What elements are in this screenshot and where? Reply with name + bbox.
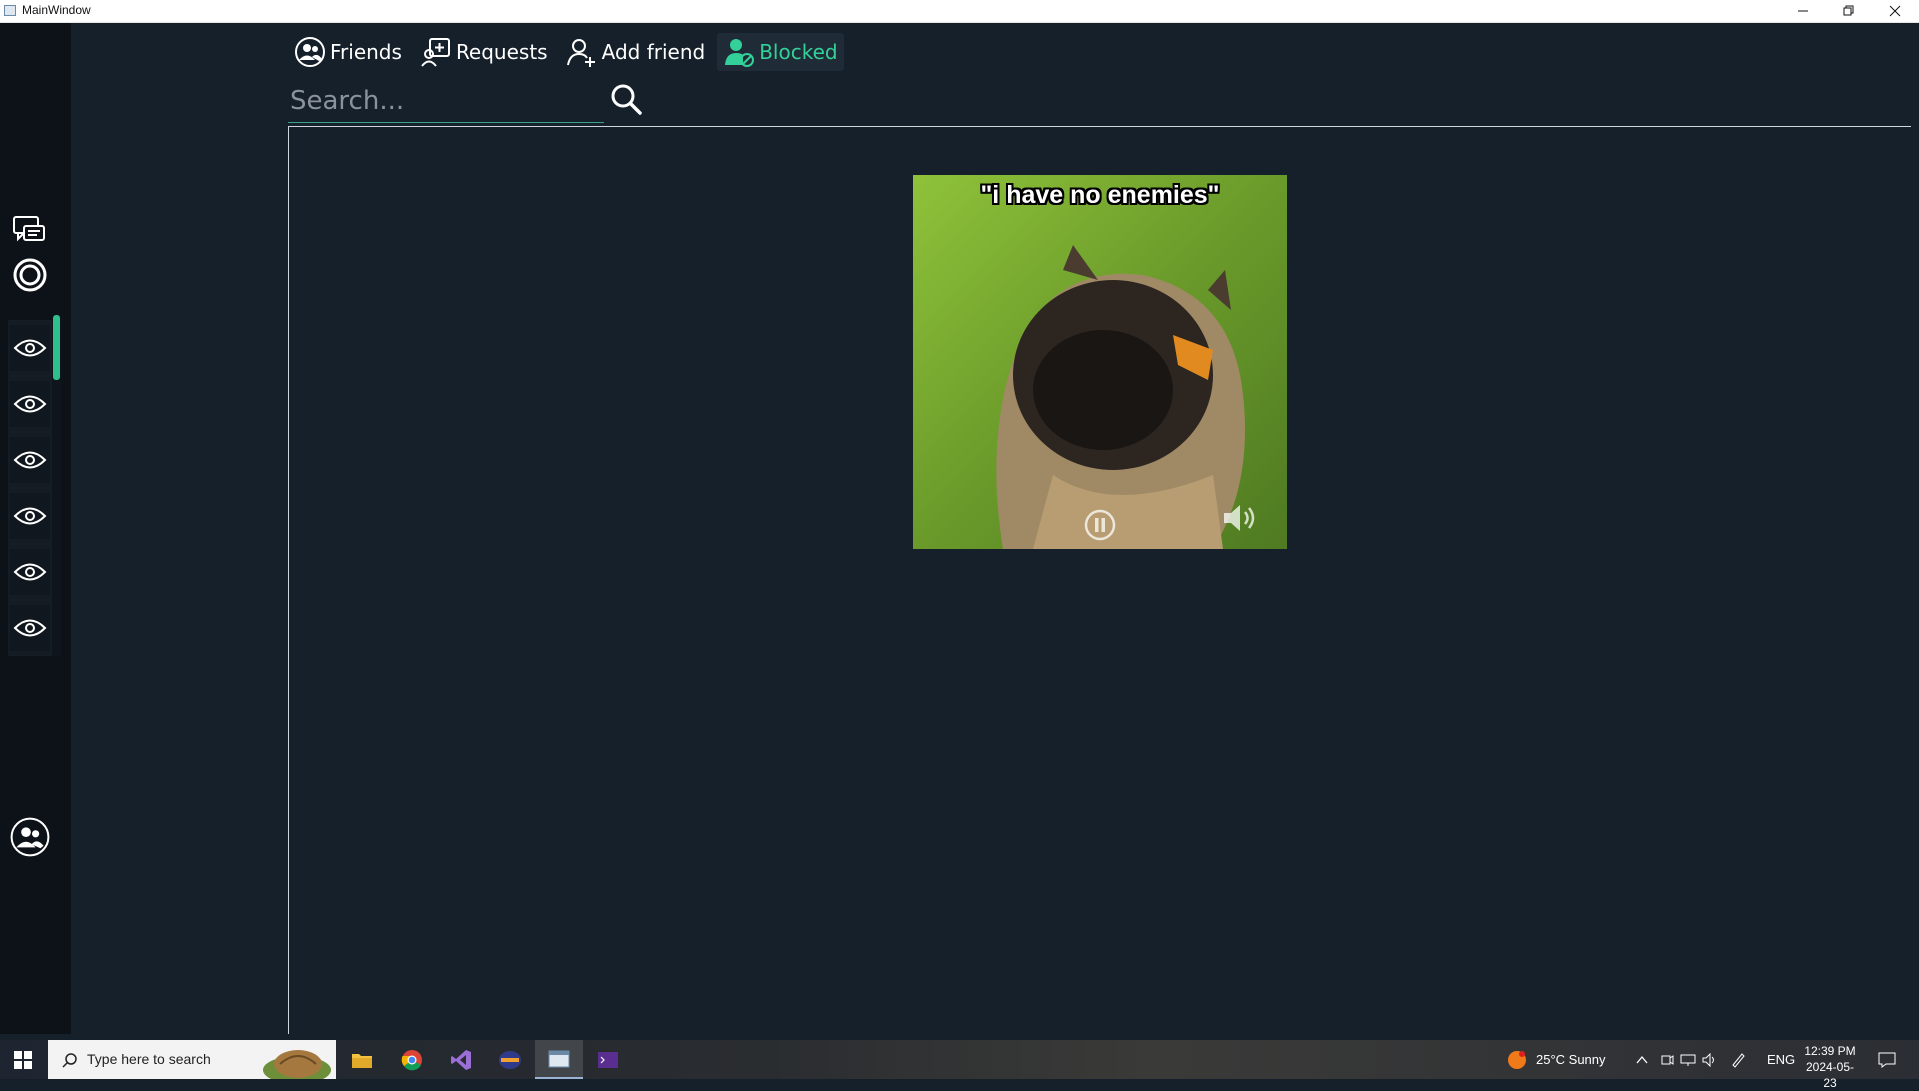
system-tray-icons — [1636, 1040, 1746, 1079]
restore-button[interactable] — [1826, 0, 1872, 22]
visual-studio-icon — [451, 1049, 471, 1070]
tab-label: Friends — [330, 40, 402, 64]
dog-meme-image — [913, 175, 1287, 549]
server-item[interactable] — [10, 437, 50, 483]
notification-icon — [1878, 1052, 1896, 1068]
clock-date: 2024-05-23 — [1805, 1060, 1855, 1090]
taskbar: Type here to search 25°C Sunny ENG 12:39… — [0, 1040, 1919, 1090]
tab-requests[interactable]: Requests — [414, 33, 554, 71]
start-button[interactable] — [0, 1040, 46, 1079]
window-title: MainWindow — [22, 3, 91, 17]
search-icon — [62, 1053, 77, 1068]
taskbar-search[interactable]: Type here to search — [48, 1040, 336, 1079]
empty-state-gif: "i have no enemies" — [913, 175, 1287, 549]
network-icon[interactable] — [1680, 1053, 1696, 1067]
windows-icon — [14, 1050, 32, 1069]
profile-button[interactable] — [10, 811, 50, 863]
minimize-icon — [1798, 10, 1808, 12]
taskbar-visual-studio[interactable] — [437, 1040, 485, 1079]
close-button[interactable] — [1872, 0, 1918, 22]
window-app-icon — [548, 1050, 570, 1067]
friends-tabs: Friends Requests Add friend Blocked — [288, 33, 844, 71]
search-box — [288, 79, 604, 123]
gif-caption: "i have no enemies" — [980, 181, 1220, 209]
tab-blocked[interactable]: Blocked — [717, 33, 844, 71]
status-button[interactable] — [10, 255, 50, 295]
left-sidebar — [0, 23, 71, 1034]
eye-icon — [13, 395, 47, 413]
tab-add-friend[interactable]: Add friend — [560, 33, 712, 71]
eye-icon — [13, 563, 47, 581]
add-friend-icon — [566, 39, 595, 67]
server-item[interactable] — [10, 493, 50, 539]
notifications-button[interactable] — [1878, 1040, 1896, 1079]
main-panel: Friends Requests Add friend Blocked Sear… — [72, 23, 1919, 1034]
search-button[interactable] — [608, 81, 644, 117]
meet-now-icon[interactable] — [1660, 1053, 1674, 1067]
server-item[interactable] — [10, 549, 50, 595]
chrome-icon — [401, 1049, 422, 1070]
terminal-icon — [598, 1051, 618, 1068]
search-input[interactable] — [288, 79, 604, 123]
profile-group-icon — [10, 817, 50, 857]
folder-icon — [352, 1053, 372, 1068]
requests-icon — [421, 38, 450, 67]
taskbar-chrome[interactable] — [388, 1040, 436, 1079]
sun-icon — [1508, 1050, 1526, 1069]
title-bar: MainWindow — [0, 0, 1919, 23]
language-indicator[interactable]: ENG — [1767, 1040, 1795, 1079]
pen-icon[interactable] — [1730, 1052, 1746, 1068]
server-item[interactable] — [10, 381, 50, 427]
eye-icon — [13, 451, 47, 469]
taskbar-file-explorer[interactable] — [338, 1040, 386, 1079]
taskbar-app-ide[interactable] — [486, 1040, 534, 1079]
volume-icon[interactable] — [1221, 501, 1263, 535]
eye-icon — [13, 507, 47, 525]
search-highlight-image — [263, 1050, 331, 1079]
tab-label: Blocked — [759, 40, 838, 64]
chat-icon — [13, 216, 45, 242]
blocked-list-area: "i have no enemies" — [288, 126, 1911, 1034]
pause-icon[interactable] — [1083, 508, 1117, 542]
server-item[interactable] — [10, 325, 50, 371]
language-text: ENG — [1767, 1052, 1796, 1067]
eye-icon — [13, 339, 47, 357]
blocked-icon — [725, 39, 755, 67]
taskbar-search-placeholder: Type here to search — [87, 1051, 211, 1067]
ide-icon — [499, 1050, 521, 1069]
minimize-button[interactable] — [1780, 0, 1826, 22]
taskbar-mainwindow[interactable] — [535, 1040, 583, 1079]
status-ring-icon — [13, 258, 47, 292]
volume-icon[interactable] — [1702, 1052, 1718, 1067]
restore-icon — [1843, 5, 1854, 16]
chat-button[interactable] — [10, 210, 50, 250]
eye-icon — [13, 619, 47, 637]
weather-text: 25°C Sunny — [1536, 1052, 1606, 1067]
close-icon — [1889, 5, 1901, 17]
server-item[interactable] — [10, 605, 50, 651]
tab-friends[interactable]: Friends — [288, 33, 408, 71]
weather-widget[interactable]: 25°C Sunny — [1506, 1040, 1606, 1079]
scrollbar-thumb[interactable] — [53, 315, 60, 380]
search-icon — [611, 84, 642, 115]
tab-label: Requests — [455, 40, 548, 64]
taskbar-terminal[interactable] — [584, 1040, 632, 1079]
clock-time: 12:39 PM — [1804, 1044, 1856, 1058]
friends-icon — [295, 37, 325, 67]
app-icon — [4, 5, 16, 16]
chevron-up-icon[interactable] — [1636, 1054, 1648, 1066]
tab-label: Add friend — [601, 40, 706, 64]
clock[interactable]: 12:39 PM 2024-05-23 — [1800, 1043, 1860, 1091]
